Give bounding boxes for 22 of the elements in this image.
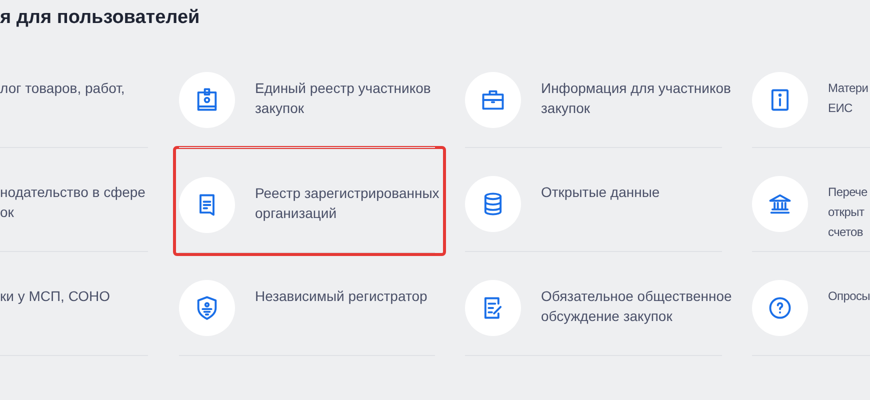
item-label: ки у МСП, СОНО — [0, 287, 110, 306]
section-heading: я для пользователей — [0, 6, 201, 30]
item-label: Перече открыт счетов — [828, 184, 868, 241]
item-label: Открытые данные — [541, 183, 660, 202]
menu-item[interactable]: Открытые данные — [465, 148, 722, 252]
item-label: Единый реестр участников закупок — [255, 79, 431, 118]
item-label: Информация для участников закупок — [541, 79, 731, 118]
item-label: Обязательное общественное обсуждение закупок — [541, 287, 732, 326]
menu-item[interactable]: нодательство в сфере ок — [0, 148, 148, 252]
menu-item[interactable]: Единый реестр участников закупок — [179, 44, 435, 148]
item-label: Матери ЕИС — [828, 80, 870, 117]
menu-item[interactable]: Независимый регистратор — [179, 252, 435, 356]
menu-item[interactable]: Перече открыт счетов — [752, 148, 870, 252]
menu-item[interactable]: Опросы — [752, 252, 870, 356]
menu-item[interactable]: лог товаров, работ, — [0, 44, 148, 148]
question-icon — [767, 295, 793, 321]
menu-item[interactable]: ки у МСП, СОНО — [0, 252, 148, 356]
menu-item[interactable]: Матери ЕИС — [752, 44, 870, 148]
item-label: Опросы — [828, 288, 870, 305]
item-label: лог товаров, работ, — [0, 79, 125, 98]
item-label: Независимый регистратор — [255, 287, 428, 306]
item-label: нодательство в сфере ок — [0, 183, 146, 222]
